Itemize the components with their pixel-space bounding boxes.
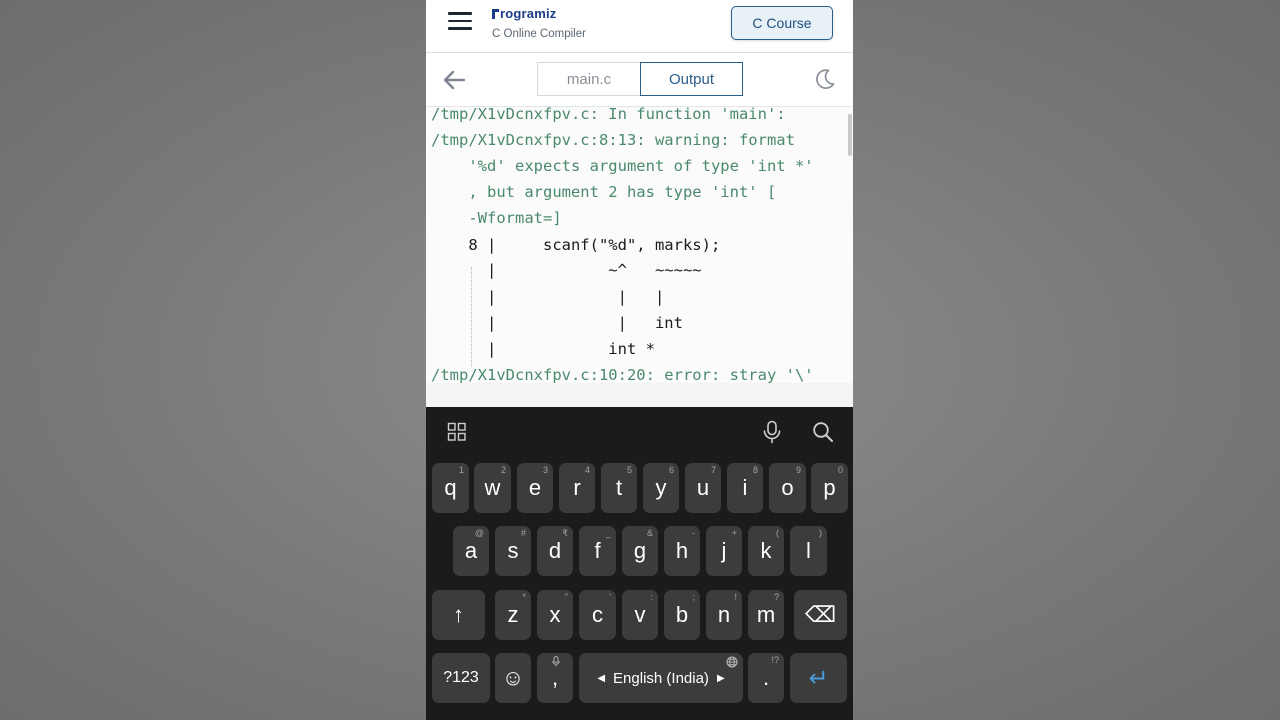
key-j[interactable]: j + (706, 526, 742, 576)
microphone-icon[interactable] (762, 420, 782, 444)
numbers-key[interactable]: ?123 (432, 653, 490, 703)
key-m[interactable]: m? (748, 590, 784, 640)
c-course-button[interactable]: C Course (731, 6, 833, 40)
console-line: | int * (431, 340, 655, 358)
language-right-arrow-icon: ▶ (716, 672, 725, 684)
apps-grid-icon[interactable] (447, 422, 467, 442)
keyboard-gap (426, 383, 853, 407)
shift-icon: ↑ (453, 602, 464, 627)
key-a[interactable]: a @ (453, 526, 489, 576)
search-icon[interactable] (812, 421, 834, 443)
comma-key[interactable]: , (537, 653, 573, 703)
console-line: , but argument 2 has type 'int' [ (431, 183, 777, 201)
console-line: /tmp/X1vDcnxfpv.c:10:20: error: stray '\… (431, 366, 814, 383)
tab-output[interactable]: Output (640, 62, 743, 96)
key-h[interactable]: h- (664, 526, 700, 576)
key-u[interactable]: u7 (685, 463, 721, 513)
key-y[interactable]: y6 (643, 463, 679, 513)
back-arrow-icon[interactable] (442, 69, 466, 91)
shift-key[interactable]: ↑ (432, 590, 485, 640)
console-line: 8 | scanf("%d", marks); (431, 236, 721, 254)
key-s[interactable]: s # (495, 526, 531, 576)
output-console[interactable]: /tmp/X1vDcnxfpv.c: In function 'main': /… (426, 107, 853, 383)
key-l[interactable]: l) (790, 526, 827, 576)
emoji-icon: ☺ (501, 665, 525, 690)
key-t[interactable]: t5 (601, 463, 637, 513)
emoji-key[interactable]: ☺ (495, 653, 531, 703)
enter-icon: ↵ (808, 664, 829, 692)
gutter-guide (471, 267, 472, 367)
key-g[interactable]: g & (622, 526, 658, 576)
enter-key[interactable]: ↵ (790, 653, 847, 703)
key-q[interactable]: q1 (432, 463, 469, 513)
brand-name: rogramiz (500, 6, 557, 21)
key-v[interactable]: v: (622, 590, 658, 640)
tab-main-c[interactable]: main.c (537, 62, 640, 96)
key-k[interactable]: k( (748, 526, 784, 576)
key-x[interactable]: x " (537, 590, 573, 640)
key-z[interactable]: z * (495, 590, 531, 640)
key-o[interactable]: o9 (769, 463, 806, 513)
console-line: | | | (431, 288, 665, 306)
console-line: -Wformat=] (431, 209, 562, 227)
tab-bar: main.c Output (426, 53, 853, 107)
space-language-label: English (India) (613, 669, 709, 687)
app-header: rogramiz C Online Compiler C Course (426, 0, 853, 53)
soft-keyboard: q1 w2 e3 r4 t5 y6 u7 i8 o9 p0 a @ s # d ₹ f… (426, 407, 853, 720)
period-key[interactable]: .!? (748, 653, 784, 703)
key-p[interactable]: p0 (811, 463, 848, 513)
console-line: '%d' expects argument of type 'int *' (431, 157, 814, 175)
backspace-icon: ⌫ (804, 602, 837, 627)
key-c[interactable]: c ' (579, 590, 616, 640)
key-w[interactable]: w2 (474, 463, 511, 513)
phone-screen: rogramiz C Online Compiler C Course main… (426, 0, 853, 720)
menu-icon[interactable] (448, 12, 472, 30)
programiz-logo[interactable]: rogramiz (492, 6, 557, 21)
globe-icon (726, 656, 738, 668)
key-d[interactable]: d ₹ (537, 526, 573, 576)
console-line: /tmp/X1vDcnxfpv.c: In function 'main': (431, 107, 786, 123)
spacebar-key[interactable]: ◀ English (India) ▶ (579, 653, 743, 703)
key-i[interactable]: i8 (727, 463, 763, 513)
backspace-key[interactable]: ⌫ (794, 590, 847, 640)
key-f[interactable]: f _ (579, 526, 616, 576)
dark-mode-moon-icon[interactable] (814, 68, 836, 90)
key-b[interactable]: b; (664, 590, 700, 640)
key-e[interactable]: e3 (517, 463, 553, 513)
console-scrollbar[interactable] (848, 114, 852, 156)
voice-input-hint-icon (552, 656, 560, 667)
console-line: | | int (431, 314, 683, 332)
page-subtitle: C Online Compiler (492, 28, 586, 40)
console-line: /tmp/X1vDcnxfpv.c:8:13: warning: format (431, 131, 795, 149)
key-r[interactable]: r4 (559, 463, 595, 513)
key-n[interactable]: n! (706, 590, 742, 640)
language-left-arrow-icon: ◀ (597, 672, 606, 684)
